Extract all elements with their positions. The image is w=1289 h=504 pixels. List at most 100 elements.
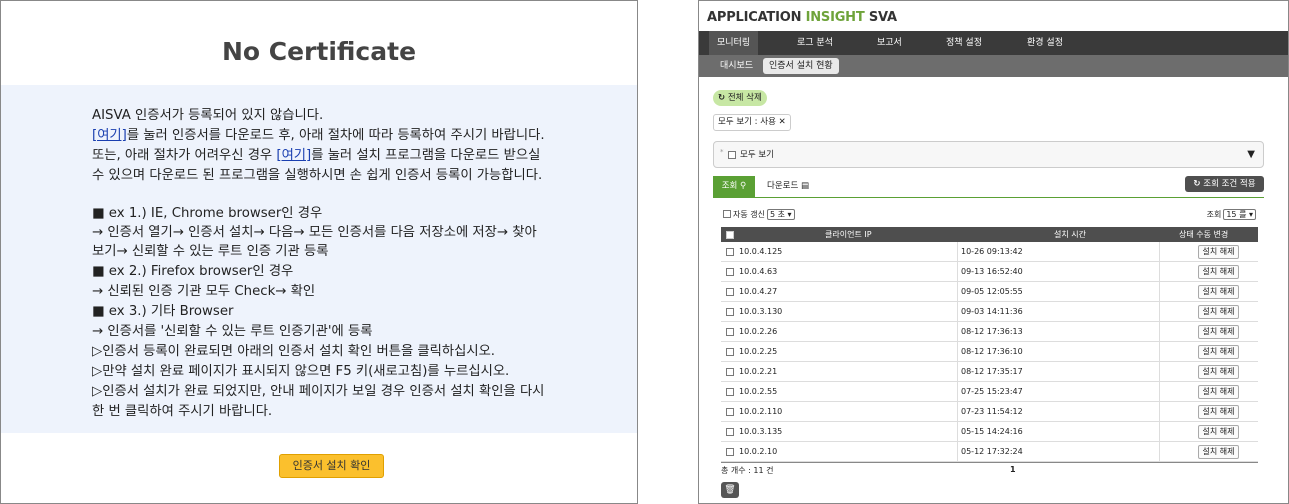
- here-link[interactable]: [여기]: [92, 128, 127, 143]
- here-link[interactable]: [여기]: [276, 148, 311, 163]
- row-checkbox[interactable]: [726, 288, 734, 296]
- tab-download[interactable]: 다운로드 ▤: [767, 176, 809, 197]
- uninstall-button[interactable]: 설치 해제: [1198, 445, 1239, 459]
- tab-underline: [713, 197, 1264, 198]
- table-row: 10.0.3.135 05-15 14:24:16 설치 해제: [721, 422, 1258, 442]
- instruction-text: 한 번 클릭하여 주시기 바랍니다.: [92, 404, 273, 419]
- menu-monitoring[interactable]: 모니터링: [709, 31, 759, 55]
- auto-refresh-value: 5 초: [769, 210, 785, 219]
- total-count: 총 개수 : 11 건: [721, 466, 774, 475]
- main-menu: 모니터링 로그 분석 보고서 정책 설정 환경 설정: [699, 31, 1288, 55]
- uninstall-button[interactable]: 설치 해제: [1198, 405, 1239, 419]
- instruction-line: → 인증서 열기→ 인증서 설치→ 다음→ 모든 인증서를 다음 저장소에 저장…: [92, 221, 537, 240]
- apply-query-button[interactable]: ↻ 조회 조건 적용: [1185, 176, 1264, 192]
- show-all-checkbox[interactable]: [728, 151, 736, 159]
- table-footer: 총 개수 : 11 건 1: [721, 462, 1258, 476]
- col-install-time[interactable]: 설치 시간: [1054, 227, 1086, 242]
- row-checkbox[interactable]: [726, 248, 734, 256]
- select-all-checkbox[interactable]: [726, 231, 734, 239]
- column-divider: [1159, 342, 1160, 362]
- uninstall-button[interactable]: 설치 해제: [1198, 385, 1239, 399]
- instruction-text: 를 눌러 인증서를 다운로드 후, 아래 절차에 따라 등록하여 주시기 바랍니…: [126, 128, 545, 143]
- row-checkbox[interactable]: [726, 388, 734, 396]
- instruction-text: ▷인증서 설치가 완료 되었지만, 안내 페이지가 보일 경우 인증서 설치 확…: [92, 384, 545, 399]
- table-row: 10.0.2.10 05-12 17:32:24 설치 해제: [721, 442, 1258, 462]
- table-row: 10.0.2.26 08-12 17:36:13 설치 해제: [721, 322, 1258, 342]
- search-icon: ⚲: [740, 181, 747, 191]
- delete-all-button[interactable]: ↻ 전체 삭제: [713, 90, 767, 106]
- auto-refresh-label: 자동 갱신: [733, 210, 765, 219]
- instruction-line: ■ ex 2.) Firefox browser인 경우: [92, 260, 293, 279]
- app-title-prefix: APPLICATION: [707, 10, 806, 25]
- column-divider: [1159, 322, 1160, 342]
- no-certificate-panel: No Certificate AISVA 인증서가 등록되어 있지 않습니다.[…: [0, 0, 638, 504]
- uninstall-button[interactable]: 설치 해제: [1198, 265, 1239, 279]
- install-time: 10-26 09:13:42: [961, 247, 1023, 256]
- instruction-line: [여기]를 눌러 인증서를 다운로드 후, 아래 절차에 따라 등록하여 주시기…: [92, 124, 545, 143]
- client-ip: 10.0.3.135: [739, 427, 783, 436]
- submenu-cert-status[interactable]: 인증서 설치 현황: [763, 58, 839, 74]
- instruction-line: ■ ex 1.) IE, Chrome browser인 경우: [92, 202, 322, 221]
- instruction-text: 보기→ 신뢰할 수 있는 루트 인증 기관 등록: [92, 244, 329, 259]
- column-divider: [957, 242, 958, 262]
- tab-query[interactable]: 조회 ⚲: [713, 176, 755, 197]
- install-time: 08-12 17:36:10: [961, 347, 1023, 356]
- apply-query-label: 조회 조건 적용: [1203, 179, 1256, 189]
- row-checkbox[interactable]: [726, 348, 734, 356]
- page-size-label: 조회: [1206, 210, 1222, 219]
- install-time: 08-12 17:36:13: [961, 327, 1023, 336]
- menu-reports[interactable]: 보고서: [877, 31, 902, 55]
- column-divider: [1159, 302, 1160, 322]
- client-ip: 10.0.2.10: [739, 447, 778, 456]
- instruction-text: 수 있으며 다운로드 된 프로그램을 실행하시면 손 쉽게 인증서 등록이 가능…: [92, 168, 543, 183]
- uninstall-button[interactable]: 설치 해제: [1198, 365, 1239, 379]
- row-checkbox[interactable]: [726, 428, 734, 436]
- column-divider: [1159, 242, 1160, 262]
- uninstall-button[interactable]: 설치 해제: [1198, 245, 1239, 259]
- auto-refresh-checkbox[interactable]: [723, 210, 731, 218]
- page-size-value: 15 를: [1226, 210, 1247, 219]
- col-status-change: 상태 수동 변경: [1179, 230, 1229, 239]
- column-divider: [1159, 402, 1160, 422]
- page-number[interactable]: 1: [1010, 465, 1016, 474]
- uninstall-button[interactable]: 설치 해제: [1198, 345, 1239, 359]
- client-ip: 10.0.4.63: [739, 267, 778, 276]
- menu-env-settings[interactable]: 환경 설정: [1027, 31, 1063, 55]
- row-checkbox[interactable]: [726, 408, 734, 416]
- show-all-label: 모두 보기: [740, 150, 774, 160]
- menu-log-analysis[interactable]: 로그 분석: [797, 31, 833, 55]
- instruction-text: 를 눌러 설치 프로그램을 다운로드 받으실: [311, 148, 541, 163]
- auto-refresh-select[interactable]: 5 초 ▾: [766, 209, 795, 220]
- uninstall-button[interactable]: 설치 해제: [1198, 325, 1239, 339]
- instruction-line: → 인증서를 '신뢰할 수 있는 루트 인증기관'에 등록: [92, 320, 372, 339]
- row-checkbox[interactable]: [726, 268, 734, 276]
- install-time: 09-13 16:52:40: [961, 267, 1023, 276]
- certificate-confirm-button[interactable]: 인증서 설치 확인: [279, 454, 384, 478]
- submenu-dashboard[interactable]: 대시보드: [714, 58, 759, 74]
- client-ip: 10.0.2.25: [739, 347, 778, 356]
- caret-down-icon[interactable]: ▼: [1247, 149, 1255, 160]
- instruction-text: ■ ex 1.) IE, Chrome browser인 경우: [92, 206, 323, 221]
- table-row: 10.0.4.27 09-05 12:05:55 설치 해제: [721, 282, 1258, 302]
- install-time: 05-15 14:24:16: [961, 427, 1023, 436]
- row-checkbox[interactable]: [726, 308, 734, 316]
- page-size-select[interactable]: 15 를 ▾: [1223, 209, 1256, 220]
- instruction-text: ■ ex 2.) Firefox browser인 경우: [92, 264, 294, 279]
- close-icon[interactable]: ✕: [779, 117, 786, 127]
- table-header: 클라이언트 IP 설치 시간 상태 수동 변경: [721, 227, 1258, 242]
- sub-menu: 대시보드 인증서 설치 현황: [699, 55, 1288, 77]
- column-divider: [957, 302, 958, 322]
- trash-icon[interactable]: 🗑: [721, 482, 739, 498]
- uninstall-button[interactable]: 설치 해제: [1198, 425, 1239, 439]
- row-checkbox[interactable]: [726, 448, 734, 456]
- uninstall-button[interactable]: 설치 해제: [1198, 285, 1239, 299]
- row-checkbox[interactable]: [726, 328, 734, 336]
- row-checkbox[interactable]: [726, 368, 734, 376]
- filter-dropdown[interactable]: * 모두 보기 ▼: [713, 141, 1264, 168]
- table-row: 10.0.2.25 08-12 17:36:10 설치 해제: [721, 342, 1258, 362]
- column-divider: [1159, 422, 1160, 442]
- col-client-ip[interactable]: 클라이언트 IP: [825, 227, 872, 242]
- menu-policy-settings[interactable]: 정책 설정: [946, 31, 982, 55]
- uninstall-button[interactable]: 설치 해제: [1198, 305, 1239, 319]
- file-icon: ▤: [800, 181, 810, 191]
